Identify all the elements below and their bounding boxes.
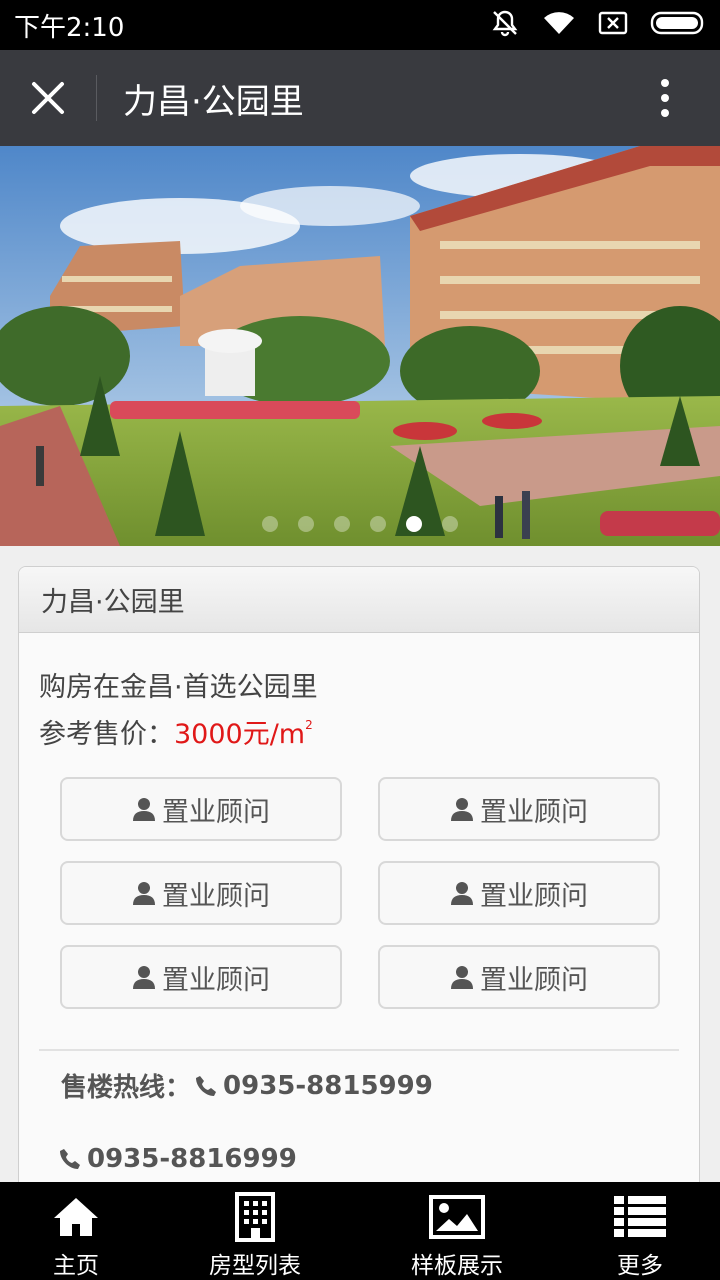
close-icon <box>32 82 64 114</box>
user-icon <box>451 798 473 821</box>
user-icon <box>451 882 473 905</box>
tab-showcase[interactable]: 样板展示 <box>402 1182 512 1280</box>
carousel-dot[interactable] <box>334 516 350 532</box>
carousel-dots <box>0 516 720 532</box>
more-vertical-icon <box>661 79 669 117</box>
tab-floor-plans-label: 房型列表 <box>209 1253 301 1279</box>
user-icon <box>451 966 473 989</box>
hotline-phone-2[interactable]: 0935-8816999 <box>39 1144 679 1174</box>
hotline-number-2: 0935-8816999 <box>87 1144 297 1174</box>
price-unit-superscript: 2 <box>305 718 313 732</box>
tab-floor-plans[interactable]: 房型列表 <box>200 1182 310 1280</box>
project-info-card: 力昌·公园里 购房在金昌·首选公园里 参考售价：3000元/m2 置业顾问 置业… <box>18 566 700 1206</box>
adviser-button-label: 置业顾问 <box>162 880 270 912</box>
divider <box>39 1049 679 1051</box>
hotline-label: 售楼热线： <box>61 1073 192 1103</box>
slogan-text: 购房在金昌·首选公园里 <box>39 672 318 703</box>
picture-icon <box>429 1195 485 1239</box>
carousel-dot[interactable] <box>442 516 458 532</box>
banner-carousel[interactable] <box>0 146 720 546</box>
user-icon <box>133 882 155 905</box>
tab-more[interactable]: 更多 <box>606 1182 674 1280</box>
adviser-button-label: 置业顾问 <box>162 796 270 828</box>
card-header: 力昌·公园里 <box>19 567 699 633</box>
adviser-button[interactable]: 置业顾问 <box>378 861 660 925</box>
no-sim-icon <box>598 11 628 39</box>
adviser-button[interactable]: 置业顾问 <box>378 777 660 841</box>
close-button[interactable] <box>0 50 96 146</box>
adviser-button-label: 置业顾问 <box>480 964 588 996</box>
adviser-button[interactable]: 置业顾问 <box>60 777 342 841</box>
adviser-button[interactable]: 置业顾问 <box>60 945 342 1009</box>
price-line: 参考售价：3000元/m2 <box>39 712 679 751</box>
adviser-button-grid: 置业顾问 置业顾问 置业顾问 置业顾问 置业顾问 置业顾问 <box>39 777 679 1009</box>
hotline-row: 售楼热线： 0935-8815999 <box>39 1067 679 1104</box>
carousel-dot[interactable] <box>262 516 278 532</box>
wifi-icon <box>542 10 576 40</box>
adviser-button[interactable]: 置业顾问 <box>60 861 342 925</box>
tab-more-label: 更多 <box>617 1253 663 1279</box>
carousel-dot-active[interactable] <box>406 516 422 532</box>
card-body: 购房在金昌·首选公园里 参考售价：3000元/m2 置业顾问 置业顾问 置业顾问… <box>19 665 699 1174</box>
hotline-number-1: 0935-8815999 <box>223 1070 433 1101</box>
page-title: 力昌·公园里 <box>123 81 304 122</box>
status-time: 下午2:10 <box>14 12 125 43</box>
list-icon <box>614 1196 666 1237</box>
user-icon <box>133 798 155 821</box>
adviser-button-label: 置业顾问 <box>480 880 588 912</box>
adviser-button[interactable]: 置业顾问 <box>378 945 660 1009</box>
more-menu-button[interactable] <box>610 50 720 146</box>
hotline-phone-1[interactable]: 0935-8815999 <box>195 1071 433 1101</box>
price-value: 3000元/m <box>174 719 306 750</box>
carousel-dot[interactable] <box>298 516 314 532</box>
phone-icon <box>196 1075 217 1096</box>
carousel-dot[interactable] <box>370 516 386 532</box>
banner-image <box>0 146 720 546</box>
status-bar: 下午2:10 <box>0 0 720 50</box>
building-icon <box>235 1192 275 1242</box>
tab-home[interactable]: 主页 <box>40 1182 112 1280</box>
mute-icon <box>490 8 520 42</box>
battery-icon <box>650 10 706 40</box>
price-label: 参考售价： <box>39 719 174 750</box>
tab-showcase-label: 样板展示 <box>411 1253 503 1279</box>
tab-home-label: 主页 <box>53 1253 99 1279</box>
home-icon <box>54 1198 98 1236</box>
user-icon <box>133 966 155 989</box>
adviser-button-label: 置业顾问 <box>162 964 270 996</box>
bottom-tab-bar: 主页 房型列表 样板展示 更多 <box>0 1182 720 1280</box>
title-bar: 力昌·公园里 <box>0 50 720 146</box>
adviser-button-label: 置业顾问 <box>480 796 588 828</box>
phone-icon <box>60 1149 80 1169</box>
status-icons <box>490 8 706 42</box>
